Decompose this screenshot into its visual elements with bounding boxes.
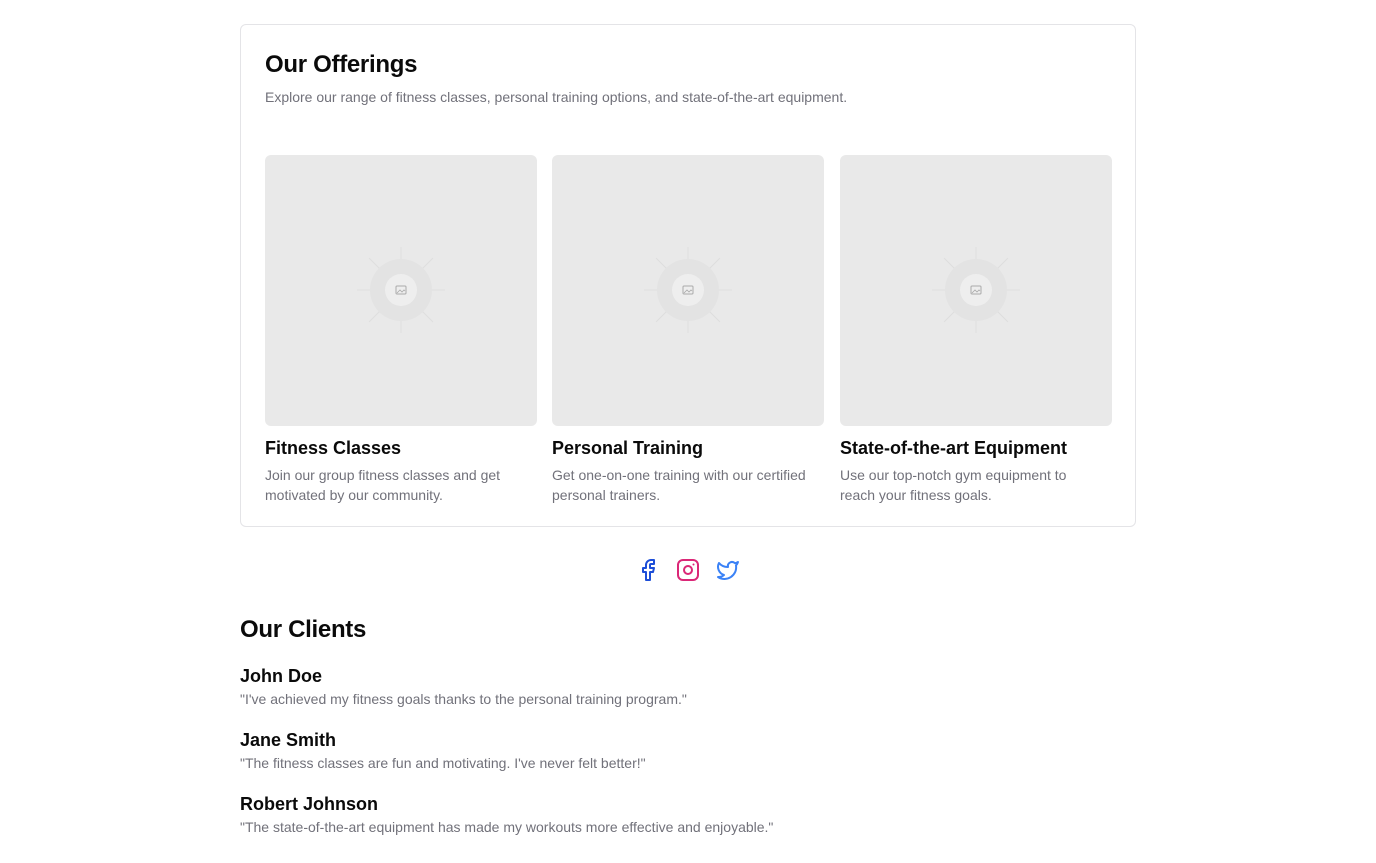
offering-image (265, 155, 537, 426)
offering-fitness-classes: Fitness Classes Join our group fitness c… (265, 155, 537, 505)
instagram-link[interactable] (676, 558, 700, 582)
facebook-icon (642, 559, 655, 581)
offering-title: State-of-the-art Equipment (840, 438, 1067, 458)
client-name: John Doe (240, 666, 323, 686)
client-testimonial: Robert Johnson "The state-of-the-art equ… (240, 794, 773, 835)
offering-equipment: State-of-the-art Equipment Use our top-n… (840, 155, 1112, 505)
offerings-title: Our Offerings (265, 51, 418, 78)
twitter-icon (717, 561, 739, 580)
twitter-link[interactable] (716, 558, 740, 582)
client-name: Robert Johnson (240, 794, 378, 814)
page: Our Offerings Explore our range of fitne… (0, 0, 1376, 863)
image-placeholder-icon (357, 247, 445, 333)
client-testimonial: John Doe "I've achieved my fitness goals… (240, 666, 687, 707)
offering-description: Join our group fitness classes and get m… (265, 467, 501, 503)
offerings-card: Our Offerings Explore our range of fitne… (240, 24, 1136, 527)
client-quote: "The state-of-the-art equipment has made… (240, 819, 774, 835)
client-testimonial: Jane Smith "The fitness classes are fun … (240, 730, 646, 771)
offerings-subtitle: Explore our range of fitness classes, pe… (265, 89, 848, 105)
clients-title: Our Clients (240, 616, 367, 643)
social-links (636, 558, 740, 582)
instagram-icon (677, 559, 699, 581)
offering-description: Get one-on-one training with our certifi… (552, 467, 806, 503)
offering-title: Fitness Classes (265, 438, 402, 458)
offering-image (840, 155, 1112, 426)
offering-personal-training: Personal Training Get one-on-one trainin… (552, 155, 824, 505)
client-quote: "The fitness classes are fun and motivat… (240, 755, 646, 771)
client-name: Jane Smith (240, 730, 337, 750)
offering-description: Use our top-notch gym equipment to reach… (840, 467, 1067, 503)
offering-image (552, 155, 824, 426)
client-quote: "I've achieved my fitness goals thanks t… (240, 691, 687, 707)
image-placeholder-icon (932, 247, 1020, 333)
facebook-link[interactable] (636, 558, 660, 582)
image-placeholder-icon (644, 247, 732, 333)
offering-title: Personal Training (552, 438, 704, 458)
